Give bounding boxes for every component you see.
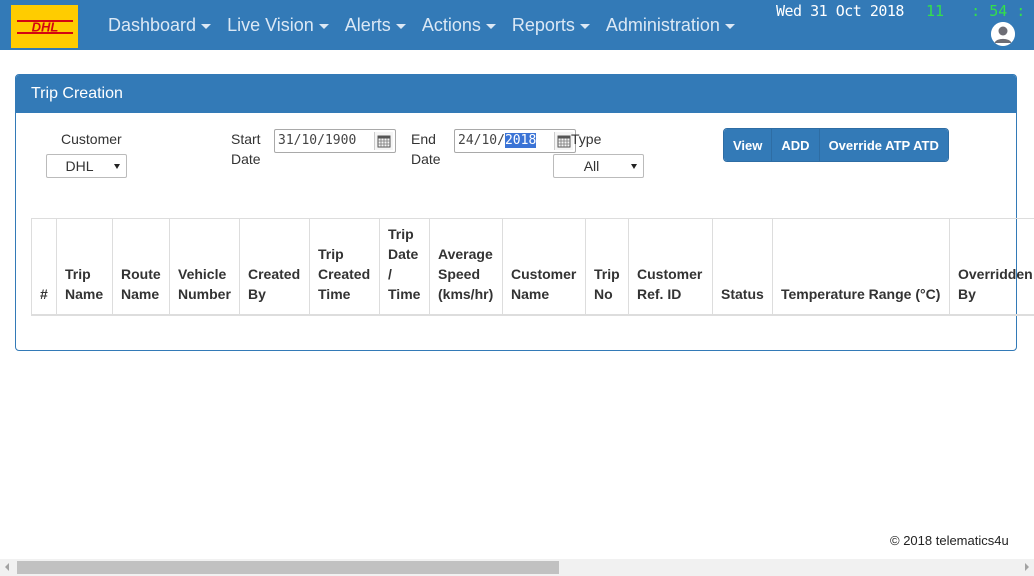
table-header-row: # Trip Name Route Name Vehicle Number Cr… [31,218,1034,316]
horizontal-scrollbar[interactable] [0,559,1034,576]
column-header-trip-name[interactable]: Trip Name [56,218,113,316]
end-date-label: End Date [411,131,441,167]
end-date-value-selected: 2018 [504,133,537,148]
column-header-customer-name[interactable]: Customer Name [502,218,586,316]
nav-dashboard-label: Dashboard [108,14,197,35]
column-header-trip-no[interactable]: Trip No [585,218,629,316]
current-date: Wed 31 Oct 2018 [776,2,904,20]
add-button[interactable]: ADD [772,129,820,161]
caret-down-icon [724,23,735,29]
column-header-overridden-by[interactable]: Overridden By [949,218,1034,316]
column-header-created-by[interactable]: Created By [239,218,310,316]
calendar-grid-icon [377,135,391,148]
type-label: Type [571,131,602,147]
nav-reports-label: Reports [511,14,575,35]
caret-down-icon [579,23,590,29]
calendar-icon[interactable] [374,132,393,150]
trips-table: # Trip Name Route Name Vehicle Number Cr… [31,218,1034,316]
scroll-right-arrow-icon[interactable] [1025,563,1029,571]
nav-live-vision[interactable]: Live Vision [219,0,337,50]
customer-select[interactable]: DHL [46,154,127,178]
customer-select-value: DHL [65,158,94,174]
column-header-vehicle-number[interactable]: Vehicle Number [169,218,240,316]
top-navbar: DHL Dashboard Live Vision Alerts Actions… [0,0,1034,50]
user-avatar-icon[interactable] [991,22,1015,46]
nav-reports[interactable]: Reports [504,0,598,50]
nav-actions-label: Actions [421,14,481,35]
main-menu: Dashboard Live Vision Alerts Actions Rep… [100,0,743,50]
panel-title: Trip Creation [16,75,1016,113]
trips-table-container: # Trip Name Route Name Vehicle Number Cr… [31,218,1034,317]
column-header-trip-created-time[interactable]: Trip Created Time [309,218,380,316]
start-date-input[interactable]: 31/10/1900 [274,129,396,153]
column-header-status[interactable]: Status [712,218,773,316]
start-date-value: 31/10/1900 [278,133,357,148]
dropdown-arrow-icon [114,164,120,169]
dropdown-arrow-icon [631,164,637,169]
nav-actions[interactable]: Actions [414,0,504,50]
type-select[interactable]: All [553,154,644,178]
dhl-logo[interactable]: DHL [11,5,78,48]
caret-down-icon [395,23,406,29]
column-header-route-name[interactable]: Route Name [112,218,170,316]
customer-label: Customer [61,131,122,147]
caret-down-icon [318,23,329,29]
column-header-average-speed[interactable]: Average Speed (kms/hr) [429,218,503,316]
column-header-trip-date-time[interactable]: Trip Date / Time [379,218,430,316]
type-select-value: All [583,158,600,174]
view-button[interactable]: View [724,129,773,161]
scroll-left-arrow-icon[interactable] [5,563,9,571]
caret-down-icon [485,23,496,29]
nav-alerts-label: Alerts [344,14,391,35]
svg-text:DHL: DHL [31,19,58,34]
copyright-footer: © 2018 telematics4u [890,533,1009,548]
nav-administration-label: Administration [605,14,720,35]
nav-administration[interactable]: Administration [598,0,743,50]
scrollbar-thumb[interactable] [17,561,559,574]
dhl-logo-icon: DHL [16,19,73,34]
end-date-input[interactable]: 24/10/2018 [454,129,576,153]
user-silhouette-icon [991,22,1015,46]
column-header-temperature-range[interactable]: Temperature Range (°C) [772,218,950,316]
nav-alerts[interactable]: Alerts [337,0,414,50]
end-date-value-prefix: 24/10/ [458,133,505,148]
nav-live-vision-label: Live Vision [227,14,314,35]
nav-dashboard[interactable]: Dashboard [100,0,219,50]
column-header-customer-ref-id[interactable]: Customer Ref. ID [628,218,713,316]
caret-down-icon [201,23,212,29]
current-time: 11 : 54 : 17 [926,2,1026,20]
override-atp-atd-button[interactable]: Override ATP ATD [819,129,948,161]
action-button-group: View ADD Override ATP ATD [723,128,949,162]
start-date-label: Start Date [231,131,261,167]
column-header-index[interactable]: # [31,218,57,316]
